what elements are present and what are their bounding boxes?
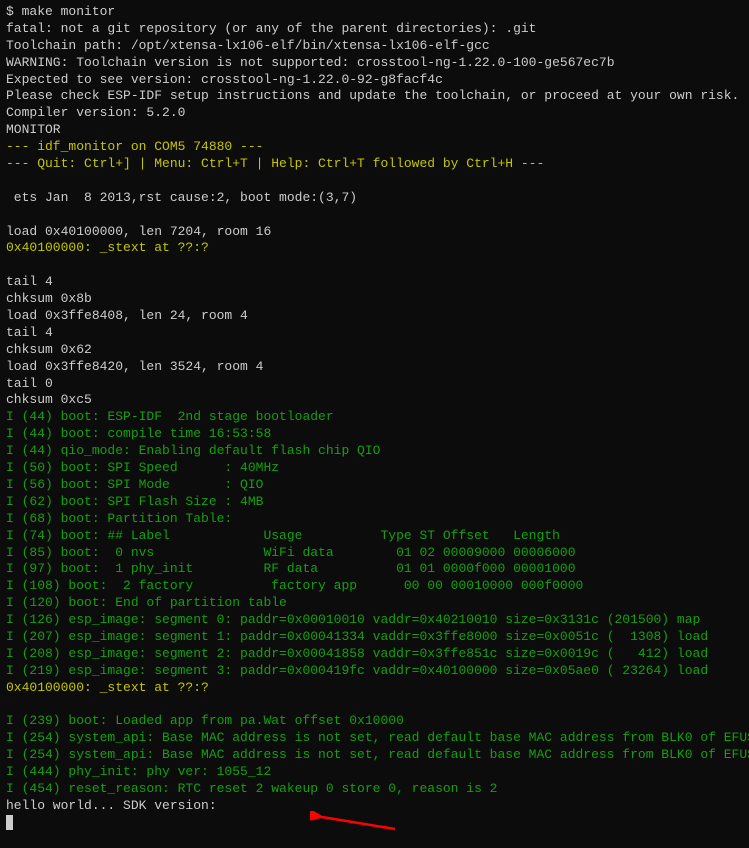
- log-line: I (120) boot: End of partition table: [6, 595, 743, 612]
- log-line: ets Jan 8 2013,rst cause:2, boot mode:(3…: [6, 190, 743, 207]
- log-line: Please check ESP-IDF setup instructions …: [6, 88, 743, 105]
- log-line: I (207) esp_image: segment 1: paddr=0x00…: [6, 629, 743, 646]
- log-line: I (208) esp_image: segment 2: paddr=0x00…: [6, 646, 743, 663]
- command-prompt: $ make monitor: [6, 4, 743, 21]
- log-line: --- Quit: Ctrl+] | Menu: Ctrl+T | Help: …: [6, 156, 743, 173]
- log-line: I (44) boot: ESP-IDF 2nd stage bootloade…: [6, 409, 743, 426]
- log-line: I (50) boot: SPI Speed : 40MHz: [6, 460, 743, 477]
- log-line: I (254) system_api: Base MAC address is …: [6, 747, 743, 764]
- log-line: [6, 697, 743, 714]
- cursor-icon: [6, 815, 13, 830]
- log-line: 0x40100000: _stext at ??:?: [6, 240, 743, 257]
- log-line: --- idf_monitor on COM5 74880 ---: [6, 139, 743, 156]
- log-line: [6, 173, 743, 190]
- log-line: I (44) qio_mode: Enabling default flash …: [6, 443, 743, 460]
- log-line: I (454) reset_reason: RTC reset 2 wakeup…: [6, 781, 743, 798]
- log-line: MONITOR: [6, 122, 743, 139]
- log-line: load 0x40100000, len 7204, room 16: [6, 224, 743, 241]
- log-line: I (74) boot: ## Label Usage Type ST Offs…: [6, 528, 743, 545]
- log-line: I (108) boot: 2 factory factory app 00 0…: [6, 578, 743, 595]
- log-line: Toolchain path: /opt/xtensa-lx106-elf/bi…: [6, 38, 743, 55]
- log-line: hello world... SDK version:: [6, 798, 743, 815]
- log-line: I (239) boot: Loaded app from pa.Wat off…: [6, 713, 743, 730]
- log-line: I (44) boot: compile time 16:53:58: [6, 426, 743, 443]
- log-line: fatal: not a git repository (or any of t…: [6, 21, 743, 38]
- log-line: [6, 257, 743, 274]
- log-line: chksum 0xc5: [6, 392, 743, 409]
- log-line: chksum 0x8b: [6, 291, 743, 308]
- log-line: tail 0: [6, 376, 743, 393]
- log-line: I (444) phy_init: phy ver: 1055_12: [6, 764, 743, 781]
- log-line: tail 4: [6, 325, 743, 342]
- log-line: load 0x3ffe8420, len 3524, room 4: [6, 359, 743, 376]
- log-line: tail 4: [6, 274, 743, 291]
- terminal-output: $ make monitor fatal: not a git reposito…: [6, 4, 743, 832]
- log-line: I (219) esp_image: segment 3: paddr=0x00…: [6, 663, 743, 680]
- log-line: 0x40100000: _stext at ??:?: [6, 680, 743, 697]
- log-line: I (126) esp_image: segment 0: paddr=0x00…: [6, 612, 743, 629]
- log-line: load 0x3ffe8408, len 24, room 4: [6, 308, 743, 325]
- log-line: I (62) boot: SPI Flash Size : 4MB: [6, 494, 743, 511]
- log-line: I (97) boot: 1 phy_init RF data 01 01 00…: [6, 561, 743, 578]
- log-line: I (254) system_api: Base MAC address is …: [6, 730, 743, 747]
- cursor-line: [6, 815, 743, 832]
- log-line: WARNING: Toolchain version is not suppor…: [6, 55, 743, 72]
- log-line: I (85) boot: 0 nvs WiFi data 01 02 00009…: [6, 545, 743, 562]
- log-line: [6, 207, 743, 224]
- log-line: I (56) boot: SPI Mode : QIO: [6, 477, 743, 494]
- log-line: chksum 0x62: [6, 342, 743, 359]
- log-line: Compiler version: 5.2.0: [6, 105, 743, 122]
- log-line: Expected to see version: crosstool-ng-1.…: [6, 72, 743, 89]
- log-line: I (68) boot: Partition Table:: [6, 511, 743, 528]
- log-lines: fatal: not a git repository (or any of t…: [6, 21, 743, 815]
